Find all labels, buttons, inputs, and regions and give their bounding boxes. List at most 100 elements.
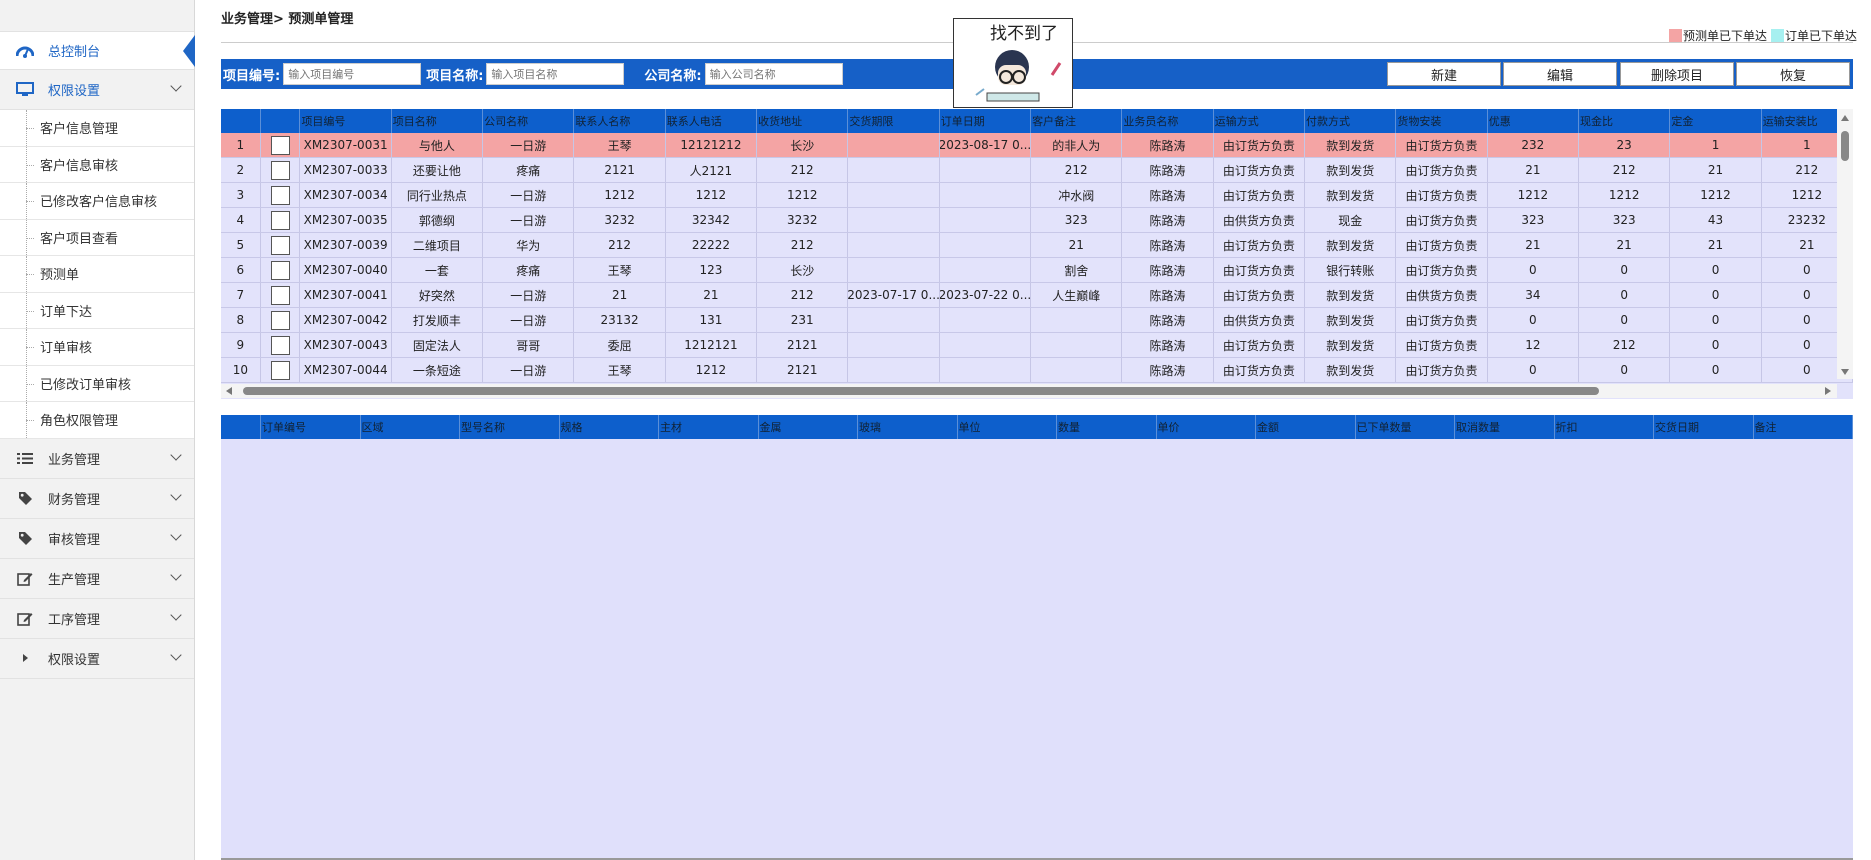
- column-header[interactable]: 型号名称: [460, 415, 560, 439]
- table-row[interactable]: 9 XM2307-0043 固定法人 哥哥 委屈 1212121 2121 陈路涛 由订货方负责…: [221, 333, 1854, 358]
- sidebar-subitem[interactable]: 客户项目查看: [0, 219, 194, 256]
- restore-button[interactable]: 恢复: [1736, 62, 1850, 86]
- table-cell: 陈路涛: [1122, 308, 1214, 332]
- column-header[interactable]: 订单编号: [261, 415, 361, 439]
- row-checkbox[interactable]: [270, 235, 290, 255]
- column-header[interactable]: 取消数量: [1455, 415, 1555, 439]
- sidebar-subitem[interactable]: 订单审核: [0, 329, 194, 366]
- column-header[interactable]: 数量: [1057, 415, 1157, 439]
- edit-button[interactable]: 编辑: [1503, 62, 1617, 86]
- column-header[interactable]: 项目名称: [392, 109, 484, 133]
- sidebar-item-dashboard[interactable]: 总控制台: [0, 32, 195, 70]
- column-header[interactable]: 金额: [1256, 415, 1356, 439]
- row-select-cell: [261, 158, 301, 182]
- column-header[interactable]: 区域: [361, 415, 460, 439]
- scroll-thumb[interactable]: [243, 387, 1599, 395]
- row-checkbox[interactable]: [270, 135, 290, 155]
- table-cell: 哥哥: [483, 333, 575, 357]
- scroll-right-icon[interactable]: [1825, 387, 1831, 395]
- sidebar-subitem[interactable]: 客户信息管理: [0, 110, 194, 147]
- column-header[interactable]: 备注: [1754, 415, 1853, 439]
- scroll-up-icon[interactable]: [1841, 115, 1849, 121]
- column-header[interactable]: 客户备注: [1031, 109, 1123, 133]
- row-checkbox[interactable]: [270, 260, 290, 280]
- row-checkbox[interactable]: [270, 360, 290, 380]
- column-header[interactable]: 联系人电话: [666, 109, 758, 133]
- column-header[interactable]: 金属: [759, 415, 858, 439]
- column-header[interactable]: 业务员名称: [1122, 109, 1214, 133]
- sidebar-subitem[interactable]: 订单下达: [0, 292, 194, 329]
- table-row[interactable]: 8 XM2307-0042 打发顺丰 一日游 23132 131 231 陈路涛 由供货方负责款…: [221, 308, 1854, 333]
- table-row[interactable]: 1 XM2307-0031 与他人 一日游 王琴 12121212 长沙 2023-08-17…: [221, 133, 1854, 158]
- table-cell: 由订货方负责: [1214, 333, 1306, 357]
- horizontal-scrollbar[interactable]: [221, 384, 1837, 398]
- row-select-cell: [261, 233, 301, 257]
- column-header[interactable]: 运输方式: [1214, 109, 1306, 133]
- column-header[interactable]: 现金比: [1579, 109, 1671, 133]
- column-header[interactable]: 联系人名称: [574, 109, 666, 133]
- sidebar-group[interactable]: 审核管理: [0, 519, 194, 559]
- column-header[interactable]: 主材: [659, 415, 759, 439]
- column-header[interactable]: 优惠: [1488, 109, 1580, 133]
- column-header[interactable]: 货物安装: [1396, 109, 1488, 133]
- sidebar-subitem[interactable]: 角色权限管理: [0, 402, 194, 439]
- sidebar-group[interactable]: 财务管理: [0, 479, 194, 519]
- table-cell: [940, 308, 1032, 332]
- sidebar-subitem[interactable]: 客户信息审核: [0, 146, 194, 183]
- sidebar-subitem[interactable]: 预测单: [0, 256, 194, 293]
- new-button[interactable]: 新建: [1387, 62, 1501, 86]
- row-checkbox[interactable]: [270, 335, 290, 355]
- scroll-down-icon[interactable]: [1841, 369, 1849, 375]
- sidebar-group[interactable]: 生产管理: [0, 559, 194, 599]
- sidebar-group-label: 工序管理: [48, 612, 101, 628]
- row-checkbox[interactable]: [270, 160, 290, 180]
- table-row[interactable]: 4 XM2307-0035 郭德纲 一日游 3232 32342 3232 323 陈路涛 由供货…: [221, 208, 1854, 233]
- scroll-left-icon[interactable]: [226, 387, 232, 395]
- table-row[interactable]: 3 XM2307-0034 同行业热点 一日游 1212 1212 1212 冲水阀 陈路涛 由订…: [221, 183, 1854, 208]
- table-cell: 由订货方负责: [1396, 258, 1488, 282]
- table-row[interactable]: 2 XM2307-0033 还要让他 疼痛 2121 人2121 212 212 陈路涛 由订货方…: [221, 158, 1854, 183]
- row-checkbox[interactable]: [270, 285, 290, 305]
- sidebar-group[interactable]: 业务管理: [0, 439, 194, 479]
- sidebar-subitem[interactable]: 已修改客户信息审核: [0, 183, 194, 220]
- row-checkbox[interactable]: [270, 310, 290, 330]
- column-header[interactable]: 公司名称: [483, 109, 575, 133]
- row-checkbox[interactable]: [270, 185, 290, 205]
- company-name-input[interactable]: [704, 63, 843, 85]
- delete-project-button[interactable]: 删除项目: [1620, 62, 1734, 86]
- column-header[interactable]: 付款方式: [1305, 109, 1397, 133]
- column-header[interactable]: 收货地址: [757, 109, 849, 133]
- row-checkbox[interactable]: [270, 210, 290, 230]
- column-header[interactable]: 单价: [1157, 415, 1256, 439]
- column-header[interactable]: 项目编号: [300, 109, 392, 133]
- table-cell: 款到发货: [1305, 233, 1397, 257]
- table-cell: 陈路涛: [1122, 358, 1214, 382]
- column-header[interactable]: 定金: [1670, 109, 1762, 133]
- table-cell: 人2121: [666, 158, 758, 182]
- column-header[interactable]: 折扣: [1555, 415, 1654, 439]
- column-header[interactable]: 规格: [560, 415, 659, 439]
- table-row[interactable]: 7 XM2307-0041 好突然 一日游 21 21 212 2023-07-17 0...…: [221, 283, 1854, 308]
- project-name-input[interactable]: [486, 63, 625, 85]
- column-header[interactable]: 已下单数量: [1356, 415, 1455, 439]
- table-row[interactable]: 5 XM2307-0039 二维项目 华为 212 22222 212 21 陈路涛 由订货方负责…: [221, 233, 1854, 258]
- column-header[interactable]: 交货期限: [848, 109, 940, 133]
- sidebar-group-permissions-open[interactable]: 权限设置: [0, 70, 194, 110]
- scroll-thumb[interactable]: [1841, 131, 1849, 161]
- column-header[interactable]: 玻璃: [858, 415, 958, 439]
- sidebar-subitem[interactable]: 已修改订单审核: [0, 365, 194, 402]
- table-cell: 21: [1031, 233, 1123, 257]
- column-header[interactable]: 交货日期: [1654, 415, 1754, 439]
- table-cell: 由订货方负责: [1214, 183, 1306, 207]
- table-cell: 由订货方负责: [1396, 133, 1488, 157]
- column-header[interactable]: 单位: [958, 415, 1057, 439]
- table-cell: 1212: [757, 183, 849, 207]
- sidebar-group[interactable]: 权限设置: [0, 639, 194, 679]
- table-cell: 21: [666, 283, 758, 307]
- sidebar-group[interactable]: 工序管理: [0, 599, 194, 639]
- column-header[interactable]: 订单日期: [940, 109, 1032, 133]
- table-row[interactable]: 10 XM2307-0044 一条短途 一日游 王琴 1212 2121 陈路涛 由订货方负责款…: [221, 358, 1854, 383]
- vertical-scrollbar[interactable]: [1837, 109, 1853, 379]
- project-code-input[interactable]: [283, 63, 422, 85]
- table-row[interactable]: 6 XM2307-0040 一套 疼痛 王琴 123 长沙 割舍 陈路涛 由订货方负责 银行转账 由订…: [221, 258, 1854, 283]
